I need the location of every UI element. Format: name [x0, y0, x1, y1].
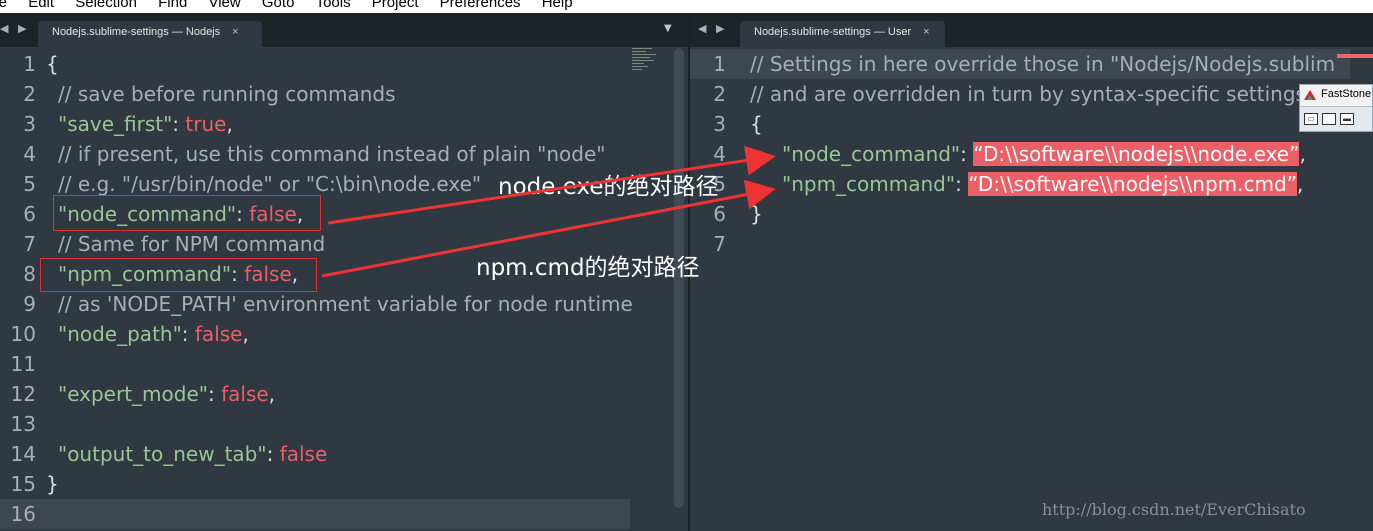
open-icon[interactable]: ▭: [1304, 113, 1318, 125]
window-icon[interactable]: [1322, 113, 1336, 125]
faststone-logo-icon: [1304, 90, 1316, 100]
annotation-arrows: [321, 145, 776, 278]
faststone-title-text: FastStone: [1321, 88, 1372, 100]
arrow-npm-command: [321, 179, 776, 278]
faststone-buttons: ▭ ▬: [1300, 106, 1372, 131]
watermark: http://blog.csdn.net/EverChisato: [1042, 500, 1306, 519]
minimize-icon[interactable]: ▬: [1340, 113, 1354, 125]
screenshot-tool-strip: [1337, 54, 1373, 58]
faststone-title: FastStone: [1300, 85, 1372, 106]
arrow-node-command: [327, 145, 776, 225]
faststone-capture-widget[interactable]: FastStone ▭ ▬: [1299, 84, 1373, 132]
